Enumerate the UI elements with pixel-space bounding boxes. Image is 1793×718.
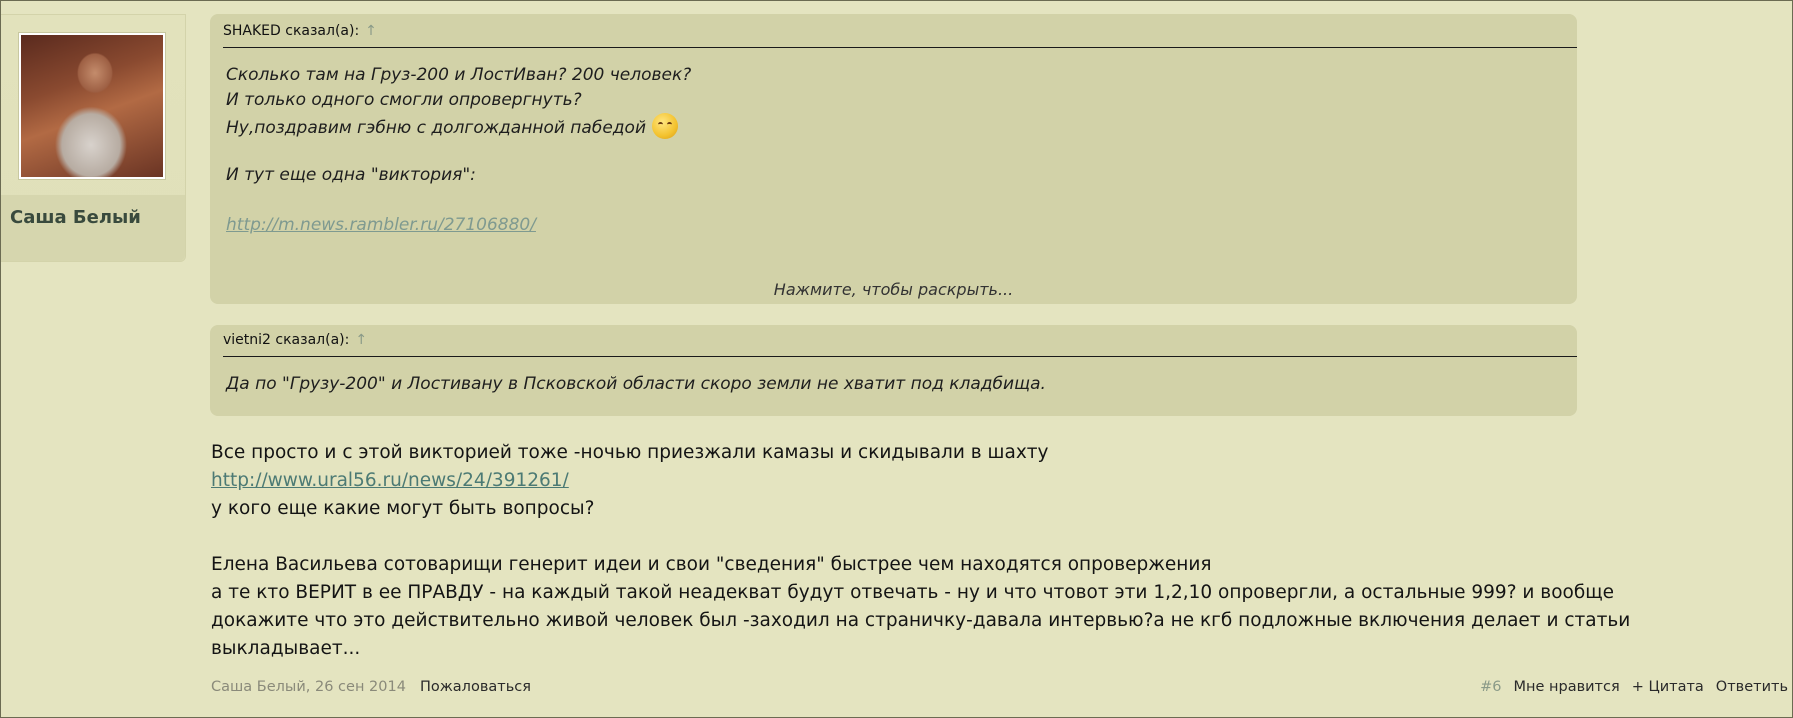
avatar[interactable] xyxy=(18,32,166,180)
like-link[interactable]: Мне нравится xyxy=(1513,679,1619,695)
post-actions: #6 Мне нравится + Цитата Ответить xyxy=(1468,679,1788,695)
quote-block: vietni2 сказал(а): ↑ Да по "Грузу-200" и … xyxy=(210,325,1577,416)
quote-body: Сколько там на Груз-200 и ЛостИван? 200 … xyxy=(226,63,1561,238)
quote-line: Сколько там на Груз-200 и ЛостИван? 200 … xyxy=(226,65,692,85)
quote-link-action[interactable]: + Цитата xyxy=(1632,679,1704,695)
message-line: выкладывает... xyxy=(211,638,361,659)
post-meta: Саша Белый, 26 сен 2014 Пожаловаться xyxy=(211,679,531,695)
message-line-blank xyxy=(211,523,1781,551)
reply-link[interactable]: Ответить xyxy=(1716,679,1788,695)
message-line: у кого еще какие могут быть вопросы? xyxy=(211,498,595,519)
report-link[interactable]: Пожаловаться xyxy=(420,679,531,695)
quote-line: http://m.news.rambler.ru/27106880/ xyxy=(226,213,1561,238)
quote-body: Да по "Грузу-200" и Лостивану в Псковско… xyxy=(226,372,1561,397)
avatar-image xyxy=(21,35,163,177)
quote-line-blank xyxy=(226,188,1561,213)
message-line: докажите что это действительно живой чел… xyxy=(211,610,1631,631)
quote-link[interactable]: http://m.news.rambler.ru/27106880/ xyxy=(226,215,536,235)
expand-quote-link[interactable]: Нажмите, чтобы раскрыть... xyxy=(210,280,1577,299)
post-number-link[interactable]: #6 xyxy=(1480,679,1501,695)
jump-to-post-icon[interactable]: ↑ xyxy=(355,332,367,348)
message-line: Все просто и с этой викторией тоже -ночь… xyxy=(211,442,1049,463)
message-line: Елена Васильева сотоварищи генерит идеи … xyxy=(211,554,1212,575)
quote-header: SHAKED сказал(а): ↑ xyxy=(223,16,1577,48)
quote-author[interactable]: SHAKED сказал(а): xyxy=(223,23,359,39)
post-author-date[interactable]: Саша Белый, 26 сен 2014 xyxy=(211,679,406,695)
message-line: http://www.ural56.ru/news/24/391261/ xyxy=(211,467,1781,495)
username[interactable]: Саша Белый xyxy=(10,207,141,228)
quote-line-blank xyxy=(226,138,1561,163)
message-link[interactable]: http://www.ural56.ru/news/24/391261/ xyxy=(211,470,569,491)
quote-header: vietni2 сказал(а): ↑ xyxy=(223,325,1577,357)
quote-block: SHAKED сказал(а): ↑ Сколько там на Груз-2… xyxy=(210,14,1577,304)
name-plate xyxy=(1,195,185,261)
message-body: Все просто и с этой викторией тоже -ночь… xyxy=(211,439,1781,663)
quote-line: Да по "Грузу-200" и Лостивану в Псковско… xyxy=(226,374,1046,394)
quote-line-text: Ну,поздравим гэбню с долгожданной пабедо… xyxy=(226,118,646,138)
quote-line: И тут еще одна "виктория": xyxy=(226,165,476,185)
quote-line: И только одного смогли опровергнуть? xyxy=(226,90,582,110)
quote-line: Ну,поздравим гэбню с долгожданной пабедо… xyxy=(226,113,1561,139)
message-line: а те кто ВЕРИТ в ее ПРАВДУ - на каждый т… xyxy=(211,582,1615,603)
smirk-emoji-icon xyxy=(652,113,678,139)
quote-author[interactable]: vietni2 сказал(а): xyxy=(223,332,349,348)
jump-to-post-icon[interactable]: ↑ xyxy=(365,23,377,39)
